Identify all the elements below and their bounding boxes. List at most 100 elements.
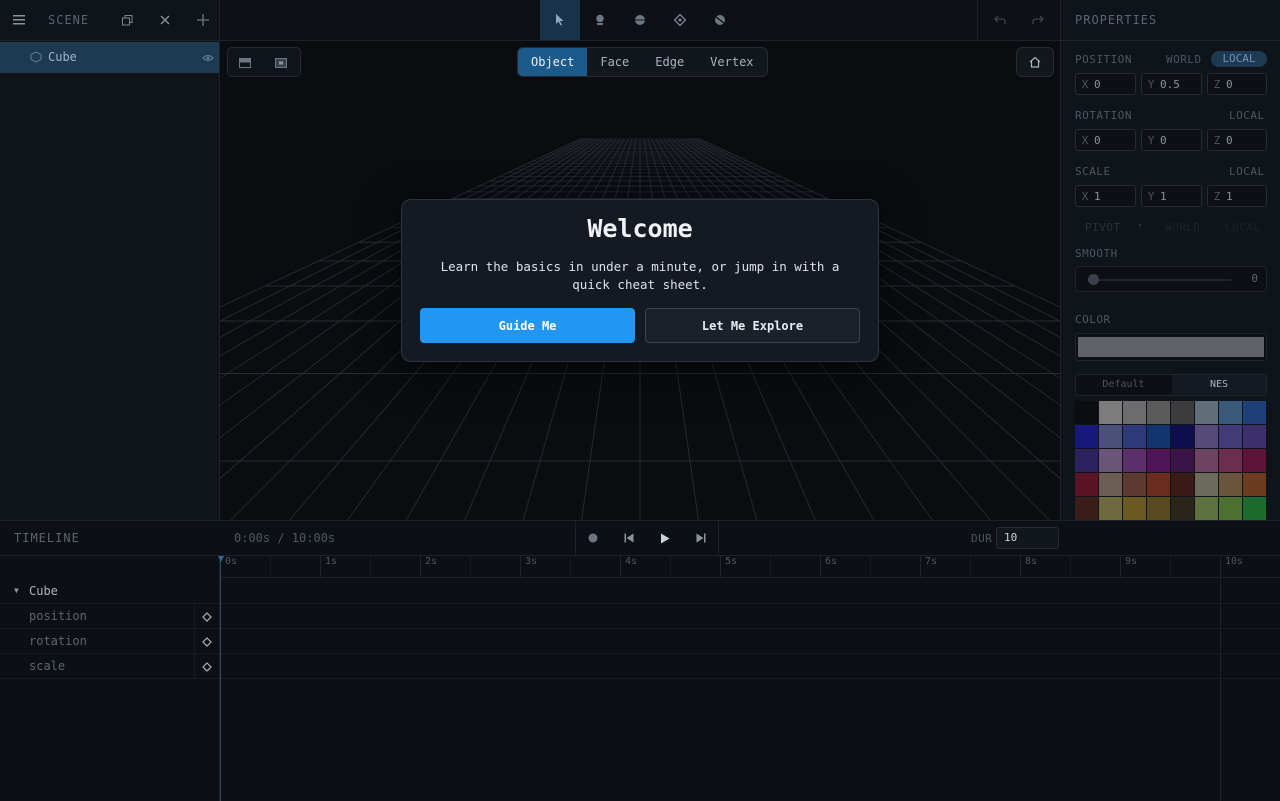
palette-swatch[interactable] — [1147, 449, 1170, 472]
palette-swatch[interactable] — [1243, 449, 1266, 472]
palette-swatch[interactable] — [1243, 473, 1266, 496]
palette-swatch[interactable] — [1099, 473, 1122, 496]
rotation-space-toggle[interactable]: LOCAL — [1229, 109, 1265, 122]
record-button[interactable] — [584, 529, 602, 547]
pivot-local-button[interactable]: LOCAL — [1225, 221, 1261, 234]
palette-swatch[interactable] — [1243, 401, 1266, 424]
palette-swatch[interactable] — [1147, 497, 1170, 520]
palette-swatch[interactable] — [1075, 497, 1098, 520]
palette-tab-nes[interactable]: NES — [1172, 375, 1266, 395]
palette-swatch[interactable] — [1219, 425, 1242, 448]
mode-object-button[interactable]: Object — [518, 48, 588, 76]
add-keyframe-diamond-icon[interactable] — [202, 611, 212, 625]
duration-input[interactable]: 10 — [996, 527, 1059, 549]
scale-space-toggle[interactable]: LOCAL — [1229, 165, 1265, 178]
hamburger-menu-icon[interactable] — [8, 10, 30, 30]
palette-swatch[interactable] — [1123, 473, 1146, 496]
world-space-toggle[interactable]: WORLD — [1166, 53, 1202, 66]
palette-swatch[interactable] — [1123, 449, 1146, 472]
palette-swatch[interactable] — [1075, 473, 1098, 496]
collapse-arrow-icon[interactable]: ▼ — [14, 586, 19, 595]
palette-swatch[interactable] — [1171, 425, 1194, 448]
redo-button[interactable] — [1018, 0, 1058, 40]
palette-swatch[interactable] — [1171, 497, 1194, 520]
position-y-field[interactable]: Y 0.5 — [1141, 73, 1202, 95]
palette-swatch[interactable] — [1123, 497, 1146, 520]
ruler-half-tick — [770, 556, 771, 578]
palette-swatch[interactable] — [1075, 401, 1098, 424]
visibility-eye-icon[interactable] — [202, 52, 214, 62]
palette-swatch[interactable] — [1195, 497, 1218, 520]
time-ruler[interactable]: 0s 1s 2s 3s 4s 5s 6s 7s 8s 9s 10s — [220, 556, 1280, 578]
palette-swatch[interactable] — [1195, 425, 1218, 448]
rotation-x-field[interactable]: X0 — [1075, 129, 1136, 151]
scale-z-field[interactable]: Z1 — [1207, 185, 1267, 207]
palette-swatch[interactable] — [1123, 425, 1146, 448]
close-icon[interactable] — [154, 10, 176, 30]
palette-swatch[interactable] — [1219, 401, 1242, 424]
timeline-object-row[interactable]: ▼ Cube — [0, 579, 1280, 604]
split-view-icon[interactable] — [236, 54, 254, 72]
smooth-slider-track[interactable] — [1091, 279, 1231, 281]
palette-swatch[interactable] — [1243, 497, 1266, 520]
track-row[interactable]: rotation — [0, 629, 1280, 654]
home-view-button[interactable] — [1016, 47, 1054, 77]
pivot-world-button[interactable]: WORLD — [1165, 221, 1201, 234]
local-space-toggle[interactable]: LOCAL — [1211, 51, 1267, 67]
add-keyframe-diamond-icon[interactable] — [202, 661, 212, 675]
palette-swatch[interactable] — [1219, 449, 1242, 472]
palette-swatch[interactable] — [1099, 497, 1122, 520]
palette-swatch[interactable] — [1171, 473, 1194, 496]
palette-swatch[interactable] — [1147, 425, 1170, 448]
mode-edge-button[interactable]: Edge — [642, 48, 697, 76]
duplicate-icon[interactable] — [116, 10, 138, 30]
slice-tool-button[interactable] — [700, 0, 740, 40]
play-button[interactable] — [656, 529, 674, 547]
scale-y-field[interactable]: Y1 — [1141, 185, 1202, 207]
position-x-field[interactable]: X0 — [1075, 73, 1136, 95]
palette-swatch[interactable] — [1099, 449, 1122, 472]
palette-swatch[interactable] — [1171, 449, 1194, 472]
palette-tab-default[interactable]: Default — [1076, 375, 1171, 395]
palette-swatch[interactable] — [1219, 497, 1242, 520]
playhead[interactable] — [220, 556, 221, 801]
sphere-tool-button[interactable] — [580, 0, 620, 40]
orbit-tool-button[interactable] — [620, 0, 660, 40]
guide-me-button[interactable]: Guide Me — [420, 308, 635, 343]
palette-swatch[interactable] — [1195, 401, 1218, 424]
palette-swatch[interactable] — [1171, 401, 1194, 424]
palette-swatch[interactable] — [1219, 473, 1242, 496]
track-row[interactable]: position — [0, 604, 1280, 629]
single-view-icon[interactable] — [272, 54, 290, 72]
pivot-dropdown[interactable]: ▾ — [1137, 221, 1143, 231]
add-keyframe-diamond-icon[interactable] — [202, 636, 212, 650]
palette-swatch[interactable] — [1075, 425, 1098, 448]
palette-swatch[interactable] — [1075, 449, 1098, 472]
move-tool-button[interactable] — [660, 0, 700, 40]
palette-swatch[interactable] — [1147, 473, 1170, 496]
redo-icon — [1032, 15, 1044, 24]
position-z-field[interactable]: Z0 — [1207, 73, 1267, 95]
scale-x-field[interactable]: X1 — [1075, 185, 1136, 207]
smooth-slider-thumb[interactable] — [1088, 274, 1099, 285]
palette-swatch[interactable] — [1195, 449, 1218, 472]
palette-swatch[interactable] — [1147, 401, 1170, 424]
scene-item-cube[interactable]: Cube — [0, 42, 219, 73]
palette-swatch[interactable] — [1195, 473, 1218, 496]
mode-face-button[interactable]: Face — [587, 48, 642, 76]
track-row[interactable]: scale — [0, 654, 1280, 679]
rotation-y-field[interactable]: Y0 — [1141, 129, 1202, 151]
palette-swatch[interactable] — [1099, 401, 1122, 424]
color-field[interactable] — [1075, 333, 1267, 361]
add-icon[interactable] — [192, 10, 214, 30]
mode-vertex-button[interactable]: Vertex — [697, 48, 766, 76]
skip-back-button[interactable] — [620, 529, 638, 547]
skip-forward-button[interactable] — [692, 529, 710, 547]
palette-swatch[interactable] — [1243, 425, 1266, 448]
palette-swatch[interactable] — [1099, 425, 1122, 448]
let-me-explore-button[interactable]: Let Me Explore — [645, 308, 860, 343]
select-tool-button[interactable] — [540, 0, 580, 40]
rotation-z-field[interactable]: Z0 — [1207, 129, 1267, 151]
palette-swatch[interactable] — [1123, 401, 1146, 424]
undo-button[interactable] — [980, 0, 1020, 40]
